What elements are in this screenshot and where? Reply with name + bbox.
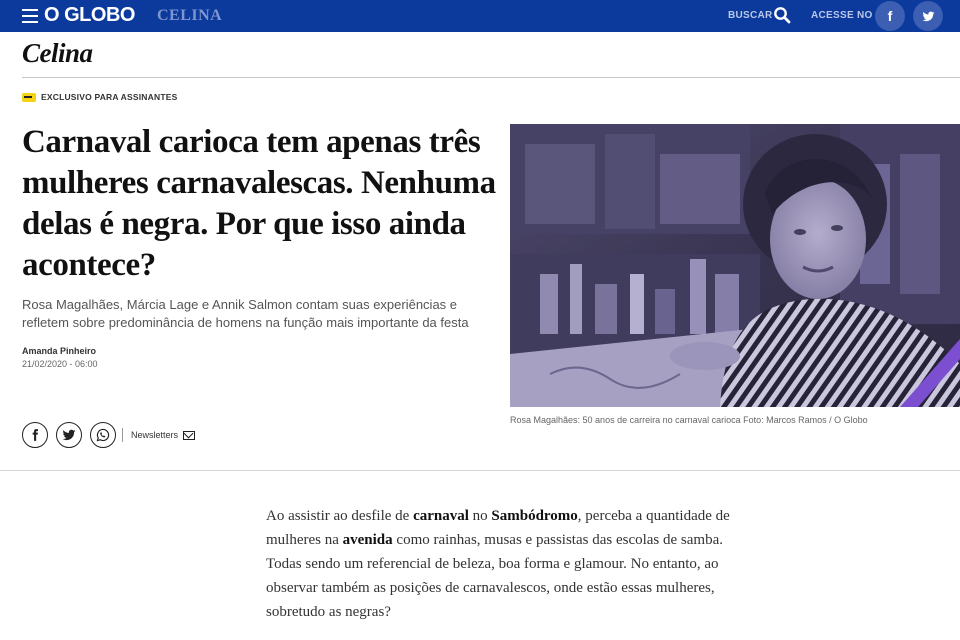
top-navbar: O GLOBO CELINA BUSCAR ACESSE NO f <box>0 0 960 32</box>
link-avenida[interactable]: avenida <box>343 532 393 548</box>
article-photo[interactable] <box>510 124 960 407</box>
divider <box>22 77 960 78</box>
author-name[interactable]: Amanda Pinheiro <box>22 346 96 356</box>
article-headline: Carnaval carioca tem apenas três mulhere… <box>22 124 496 283</box>
link-carnaval[interactable]: carnaval <box>413 508 469 524</box>
exclusive-badge: EXCLUSIVO PARA ASSINANTES <box>22 92 177 102</box>
share-facebook-button[interactable] <box>22 422 48 448</box>
search-label[interactable]: BUSCAR <box>728 10 773 21</box>
article-subtitle: Rosa Magalhães, Márcia Lage e Annik Salm… <box>22 297 469 330</box>
photo-caption: Rosa Magalhães: 50 anos de carreira no c… <box>510 415 868 425</box>
key-icon <box>22 92 36 102</box>
facebook-button[interactable]: f <box>875 1 905 31</box>
divider <box>0 470 960 471</box>
body-text-segment: Ao assistir ao desfile de <box>266 508 414 524</box>
login-label[interactable]: ACESSE NO <box>811 10 873 21</box>
facebook-icon <box>32 429 38 441</box>
body-text-segment: no <box>468 508 492 524</box>
twitter-icon <box>922 11 934 21</box>
facebook-icon: f <box>887 8 893 24</box>
newsletters-link[interactable]: Newsletters <box>131 430 196 440</box>
exclusive-badge-label: EXCLUSIVO PARA ASSINANTES <box>41 92 178 102</box>
newsletters-label: Newsletters <box>131 430 179 440</box>
divider <box>122 428 123 442</box>
article-body-paragraph: Ao assistir ao desfile de carnaval no Sa… <box>266 504 746 624</box>
twitter-icon <box>62 429 76 441</box>
oglobo-logo[interactable]: O GLOBO <box>44 4 135 27</box>
menu-icon[interactable] <box>22 9 38 23</box>
celina-logo[interactable]: Celina <box>22 38 93 69</box>
photo-illustration <box>510 124 960 407</box>
twitter-button[interactable] <box>913 1 943 31</box>
mail-icon <box>183 430 196 440</box>
whatsapp-icon <box>96 428 110 442</box>
search-icon[interactable] <box>773 6 791 24</box>
share-whatsapp-button[interactable] <box>90 422 116 448</box>
share-twitter-button[interactable] <box>56 422 82 448</box>
link-sambodromo[interactable]: Sambódromo <box>491 508 577 524</box>
publish-date: 21/02/2020 - 06:00 <box>22 359 98 369</box>
section-name-celina[interactable]: CELINA <box>157 7 222 25</box>
